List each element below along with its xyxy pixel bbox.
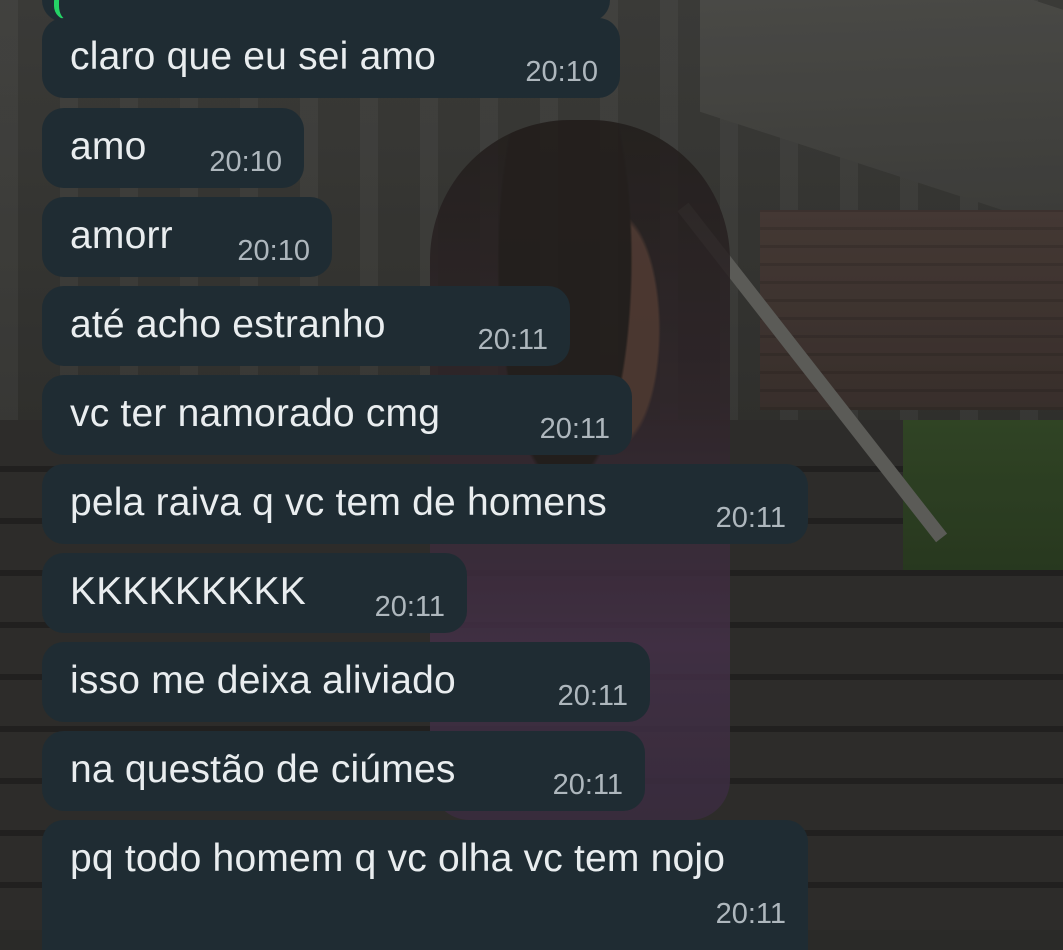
message-timestamp: 20:11 — [552, 769, 623, 801]
message-bubble[interactable]: claro que eu sei amo 20:10 — [42, 18, 620, 98]
message-timestamp: 20:11 — [715, 898, 786, 930]
message-timestamp: 20:11 — [374, 591, 445, 623]
message-text: KKKKKKKKK — [70, 570, 306, 613]
message-timestamp: 20:11 — [557, 680, 628, 712]
message-text: pela raiva q vc tem de homens — [70, 481, 607, 524]
message-text: isso me deixa aliviado — [70, 659, 456, 702]
message-bubble[interactable]: KKKKKKKKK 20:11 — [42, 553, 467, 633]
chat-message-list[interactable]: claro que eu sei amo 20:10 amo 20:10 amo… — [0, 0, 1063, 950]
message-text: na questão de ciúmes — [70, 748, 456, 791]
message-bubble[interactable]: vc ter namorado cmg 20:11 — [42, 375, 632, 455]
message-bubble[interactable]: amorr 20:10 — [42, 197, 332, 277]
message-timestamp: 20:11 — [715, 502, 786, 534]
message-timestamp: 20:11 — [477, 324, 548, 356]
message-text: pq todo homem q vc olha vc tem nojo — [70, 837, 726, 880]
message-text: amo — [70, 125, 147, 168]
message-text: amorr — [70, 214, 173, 257]
message-timestamp: 20:10 — [237, 235, 310, 267]
message-timestamp: 20:10 — [209, 146, 282, 178]
message-bubble[interactable]: isso me deixa aliviado 20:11 — [42, 642, 650, 722]
message-text: claro que eu sei amo — [70, 35, 437, 78]
message-bubble[interactable]: amo 20:10 — [42, 108, 304, 188]
message-text: vc ter namorado cmg — [70, 392, 441, 435]
message-bubble[interactable]: até acho estranho 20:11 — [42, 286, 570, 366]
message-timestamp: 20:11 — [539, 413, 610, 445]
message-timestamp: 20:10 — [525, 56, 598, 88]
message-bubble[interactable]: pela raiva q vc tem de homens 20:11 — [42, 464, 808, 544]
message-text: até acho estranho — [70, 303, 386, 346]
message-bubble[interactable]: na questão de ciúmes 20:11 — [42, 731, 645, 811]
message-bubble[interactable]: pq todo homem q vc olha vc tem nojo 20:1… — [42, 820, 808, 950]
